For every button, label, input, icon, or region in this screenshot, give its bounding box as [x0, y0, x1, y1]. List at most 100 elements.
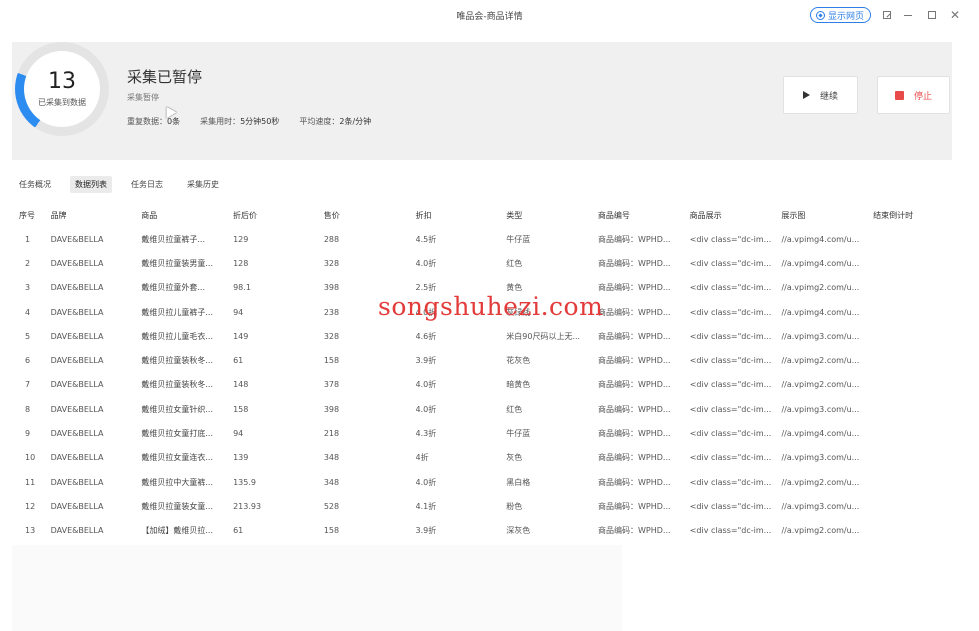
close-button[interactable]: ✕ [948, 8, 962, 22]
column-header[interactable]: 类型 [506, 210, 598, 221]
show-web-button[interactable]: 显示网页 [810, 7, 872, 23]
table-cell: 94 [233, 307, 244, 317]
table-cell: //a.vpimg2.com/u... [781, 356, 860, 366]
table-cell: 4.6折 [415, 331, 437, 341]
table-cell: 戴维贝拉女童连衣... [141, 453, 214, 463]
table-cell: 戴维贝拉女童打底... [141, 429, 214, 439]
table-body: 1 DAVE&BELLA 戴维贝拉童裤子... 129 288 4.5折 牛仔蓝 商品编码：W… [12, 227, 952, 543]
column-header[interactable]: 结束倒计时 [873, 210, 952, 221]
minimize-button[interactable] [901, 8, 915, 22]
table-cell: 黑白格 [506, 477, 531, 487]
table-cell: 12 [25, 501, 36, 511]
table-cell: 148 [233, 380, 249, 390]
table-cell: 98.1 [233, 283, 251, 293]
table-cell: <div class="dc-im... [689, 477, 772, 487]
column-header[interactable]: 品牌 [51, 210, 142, 221]
table-cell: DAVE&BELLA [50, 501, 104, 511]
table-cell: 9 [25, 429, 31, 439]
table-cell: 戴维贝拉童装秋冬... [141, 380, 214, 390]
table-cell: //a.vpimg3.com/u... [781, 331, 860, 341]
column-header[interactable]: 序号 [12, 210, 51, 221]
table-cell: 8 [25, 404, 31, 414]
column-header[interactable]: 商品展示 [690, 210, 782, 221]
table-cell: 4.0折 [415, 258, 437, 268]
table-row[interactable]: 6 DAVE&BELLA 戴维贝拉童装秋冬... 61 158 3.9折 花灰色 商品编码：W… [12, 348, 952, 372]
table-cell: 61 [233, 356, 244, 366]
table-cell: 红色 [506, 258, 523, 268]
table-row[interactable]: 9 DAVE&BELLA 戴维贝拉女童打底... 94 218 4.3折 牛仔蓝 商品编码：W… [12, 421, 952, 445]
stop-button[interactable]: 停止 [877, 76, 950, 114]
column-header[interactable]: 售价 [324, 210, 416, 221]
table-cell: 商品编码：WPHD... [598, 501, 671, 511]
show-web-label: 显示网页 [828, 11, 865, 22]
stats-row: 重复数据：0条 采集用时：5分钟50秒 平均速度：2条/分钟 [127, 116, 371, 127]
table-cell: 深灰色 [506, 526, 531, 536]
table-cell: 94 [233, 429, 244, 439]
table-row[interactable]: 10 DAVE&BELLA 戴维贝拉女童连衣... 139 348 4折 灰色 商品编码：WP… [12, 446, 952, 470]
table-cell: 528 [323, 501, 340, 511]
status-subtitle: 采集暂停 [127, 93, 159, 102]
table-cell: <div class="dc-im... [689, 258, 772, 268]
table-cell: 158 [323, 526, 340, 536]
continue-button[interactable]: 继续 [783, 76, 858, 114]
table-cell: <div class="dc-im... [689, 526, 772, 536]
table-cell: //a.vpimg4.com/u... [781, 429, 860, 439]
table-cell: 7 [25, 380, 31, 390]
column-header[interactable]: 展示图 [781, 210, 873, 221]
table-cell: 11 [25, 477, 36, 487]
table-cell: 149 [233, 331, 249, 341]
table-row[interactable]: 11 DAVE&BELLA 戴维贝拉中大童裤... 135.9 348 4.0折 黑白格 商品… [12, 470, 952, 494]
column-header[interactable]: 商品编号 [598, 210, 690, 221]
column-header[interactable]: 折后价 [233, 210, 324, 221]
column-header[interactable]: 商品 [141, 210, 233, 221]
table-cell: 4.0折 [415, 380, 437, 390]
table-row[interactable]: 1 DAVE&BELLA 戴维贝拉童裤子... 129 288 4.5折 牛仔蓝 商品编码：W… [12, 227, 952, 251]
table-cell: 商品编码：WPHD... [598, 380, 671, 390]
table-cell: 61 [233, 526, 244, 536]
table-cell: DAVE&BELLA [50, 283, 104, 293]
table-cell: 378 [323, 380, 340, 390]
table-cell: 4.3折 [415, 429, 437, 439]
table-cell: //a.vpimg4.com/u... [781, 234, 860, 244]
title-bar: 唯品会-商品详情 显示网页 ✕ [0, 0, 979, 30]
tab-data-list[interactable]: 数据列表 [70, 176, 112, 193]
table-cell: 商品编码：WPHD... [598, 258, 671, 268]
table-cell: 粉色 [506, 501, 523, 511]
table-cell: 商品编码：WPHD... [598, 234, 671, 244]
table-row[interactable]: 8 DAVE&BELLA 戴维贝拉女童针织... 158 398 4.0折 红色 商品编码：W… [12, 397, 952, 421]
tab-task-log[interactable]: 任务日志 [126, 176, 168, 193]
table-cell: DAVE&BELLA [50, 404, 104, 414]
column-header[interactable]: 折扣 [415, 210, 506, 221]
table-cell: 戴维贝拉童装秋冬... [141, 356, 214, 366]
table-cell: 戴维贝拉童裤子... [141, 234, 206, 244]
table-cell: DAVE&BELLA [50, 356, 104, 366]
table-cell: 商品编码：WPHD... [598, 404, 671, 414]
table-cell: 4.0折 [415, 404, 437, 414]
continue-label: 继续 [819, 91, 838, 102]
table-cell: DAVE&BELLA [50, 453, 104, 463]
table-cell: 2 [25, 258, 31, 268]
edit-window-button[interactable] [880, 8, 894, 22]
tab-history[interactable]: 采集历史 [182, 176, 224, 193]
table-row[interactable]: 5 DAVE&BELLA 戴维贝拉儿童毛衣... 149 328 4.6折 米白90尺码以上… [12, 324, 952, 348]
table-cell: 4.0折 [415, 477, 437, 487]
stop-icon [894, 90, 904, 100]
table-row[interactable]: 2 DAVE&BELLA 戴维贝拉童装男童... 128 328 4.0折 红色 商品编码：W… [12, 251, 952, 275]
maximize-button[interactable] [925, 8, 939, 22]
tab-overview[interactable]: 任务概况 [14, 176, 56, 193]
table-cell: //a.vpimg3.com/u... [781, 453, 860, 463]
status-title: 采集已暂停 [127, 68, 203, 86]
table-cell: 139 [233, 453, 249, 463]
table-row[interactable]: 13 DAVE&BELLA 【加绒】戴维贝拉... 61 158 3.9折 深灰色 商品编码：… [12, 519, 952, 543]
table-row[interactable]: 7 DAVE&BELLA 戴维贝拉童装秋冬... 148 378 4.0折 暗黄色 商品编码：… [12, 373, 952, 397]
table-cell: <div class="dc-im... [689, 356, 772, 366]
table-cell: 129 [233, 234, 249, 244]
table-cell: <div class="dc-im... [689, 234, 772, 244]
table-cell: <div class="dc-im... [689, 331, 772, 341]
table-row[interactable]: 12 DAVE&BELLA 戴维贝拉童装女童... 213.93 528 4.1折 粉色 商品… [12, 494, 952, 518]
table-cell: 3 [25, 283, 31, 293]
play-icon [802, 91, 810, 99]
table-cell: <div class="dc-im... [689, 429, 772, 439]
minimize-icon [904, 14, 912, 16]
table-cell: 348 [323, 453, 340, 463]
